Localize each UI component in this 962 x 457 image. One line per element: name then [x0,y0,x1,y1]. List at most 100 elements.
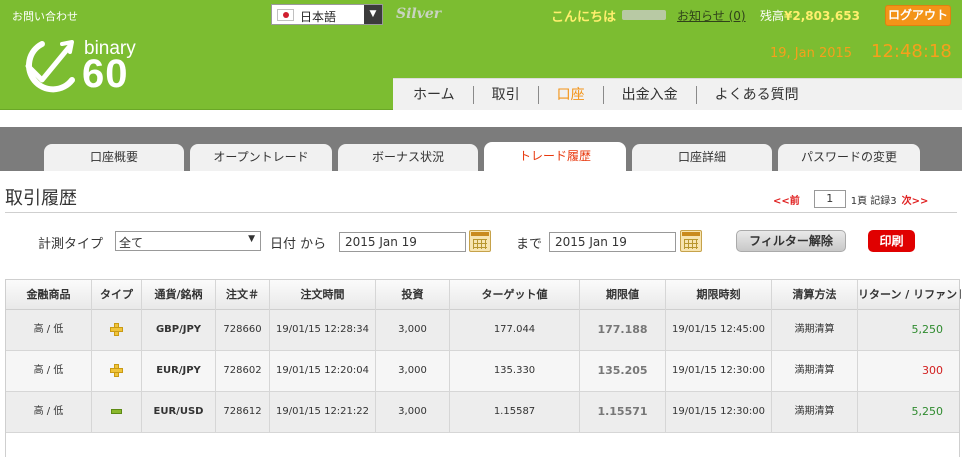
cell-product: 高 / 低 [6,351,92,391]
pager: <<前 1 1頁 記録3 次>> [773,190,928,208]
nav-home[interactable]: ホーム [393,86,473,104]
logo-icon [25,40,75,93]
cell-product: 高 / 低 [6,392,92,432]
cell-pair: GBP/JPY [142,310,216,350]
cell-pair: EUR/JPY [142,351,216,391]
logout-button[interactable]: ログアウト [885,5,951,26]
cell-target: 177.044 [450,310,580,350]
language-select[interactable]: 日本語 ▼ [271,4,383,25]
balance-label: 残高 [760,9,785,23]
title-divider [5,212,957,213]
col-target: ターゲット値 [450,280,580,310]
col-expiry-time: 期限時刻 [666,280,772,310]
date-to-input[interactable]: 2015 Jan 19 [549,232,676,252]
greeting-text: こんにちは [551,10,617,25]
cell-order-time: 19/01/15 12:21:22 [270,392,376,432]
notice-link[interactable]: お知らせ (0) [677,7,746,24]
cell-settlement: 満期清算 [772,392,858,432]
put-down-icon [111,408,122,414]
cell-order-number: 728602 [216,351,270,391]
balance: 残高¥2,803,653 [760,7,860,24]
current-time: 12:48:18 [871,41,952,62]
chevron-down-icon: ▼ [364,5,382,24]
cell-settlement: 満期清算 [772,351,858,391]
nav-deposit-withdraw[interactable]: 出金入金 [602,85,696,104]
filter-bar: 計測タイプ 全て ▼ 日付 から 2015 Jan 19 まで 2015 Jan… [0,229,962,255]
cell-target: 135.330 [450,351,580,391]
cell-settlement: 満期清算 [772,310,858,350]
calendar-icon[interactable] [469,230,491,252]
cell-order-number: 728612 [216,392,270,432]
col-return: リターン / リファンド [858,288,961,301]
cell-order-number: 728660 [216,310,270,350]
col-type: タイプ [92,280,142,310]
pager-page-input[interactable]: 1 [813,190,846,208]
clear-filter-button[interactable]: フィルター解除 [736,230,846,252]
col-product: 金融商品 [6,280,92,310]
pager-info: 1頁 記録3 [850,195,897,207]
balance-value: ¥2,803,653 [784,9,860,23]
account-tier: Silver [396,6,442,22]
cell-expiry-time: 19/01/15 12:45:00 [666,310,772,350]
table-row: 高 / 低 EUR/USD 728612 19/01/15 12:21:22 3… [6,392,959,433]
tab-bonus-status[interactable]: ボーナス状況 [338,144,478,171]
date-from-label: 日付 から [270,237,327,252]
cell-investment: 3,000 [376,310,450,350]
page-title: 取引履歴 [5,188,77,209]
col-investment: 投資 [376,280,450,310]
col-settlement: 清算方法 [772,280,858,310]
contact-link[interactable]: お問い合わせ [12,8,78,24]
logo[interactable]: binary 60 [12,32,152,102]
japan-flag-icon [277,9,294,21]
cell-return: 5,250 [911,323,944,336]
date-to-label: まで [516,237,543,252]
tab-change-password[interactable]: パスワードの変更 [778,144,920,171]
nav-account[interactable]: 口座 [537,85,603,104]
cell-expiry-value: 1.15571 [580,392,666,432]
tab-account-summary[interactable]: 口座概要 [44,144,184,171]
cell-expiry-time: 19/01/15 12:30:00 [666,392,772,432]
cell-expiry-time: 19/01/15 12:30:00 [666,351,772,391]
cell-return: 5,250 [911,405,944,418]
type-label: 計測タイプ [38,237,104,252]
cell-type [92,392,142,432]
cell-order-time: 19/01/15 12:28:34 [270,310,376,350]
type-select-value: 全て [119,236,144,250]
cell-type [92,310,142,350]
cell-return: 300 [922,364,943,377]
print-button[interactable]: 印刷 [868,230,915,252]
cell-pair: EUR/USD [142,392,216,432]
chevron-down-icon: ▼ [248,234,255,244]
current-date: 19, Jan 2015 [770,46,853,61]
col-order-number: 注文＃ [216,280,270,310]
cell-expiry-value: 135.205 [580,351,666,391]
language-value: 日本語 [300,10,337,24]
nav-faq[interactable]: よくある質問 [695,85,817,104]
call-up-icon [110,322,123,336]
cell-type [92,351,142,391]
header: お問い合わせ 日本語 ▼ Silver こんにちは お知らせ (0) 残高¥2,… [0,0,962,110]
cell-investment: 3,000 [376,392,450,432]
date-from-input[interactable]: 2015 Jan 19 [339,232,466,252]
nav-trade[interactable]: 取引 [472,85,538,104]
col-order-time: 注文時間 [270,280,376,310]
tab-account-details[interactable]: 口座詳細 [632,144,772,171]
calendar-icon[interactable] [680,230,702,252]
cell-order-time: 19/01/15 12:20:04 [270,351,376,391]
type-select[interactable]: 全て ▼ [115,231,261,251]
pager-prev-link[interactable]: <<前 [773,192,800,207]
table-row: 高 / 低 GBP/JPY 728660 19/01/15 12:28:34 3… [6,310,959,351]
tab-trade-history[interactable]: トレード履歴 [484,142,626,171]
logo-text-bottom: 60 [82,52,129,96]
table-row: 高 / 低 EUR/JPY 728602 19/01/15 12:20:04 3… [6,351,959,392]
tab-open-trades[interactable]: オープントレード [190,144,332,171]
table-header: 金融商品 タイプ 通貨/銘柄 注文＃ 注文時間 投資 ターゲット値 期限値 期限… [6,280,961,310]
col-expiry-value: 期限値 [580,280,666,310]
pager-next-link[interactable]: 次>> [902,192,929,207]
cell-investment: 3,000 [376,351,450,391]
account-tabbar: 口座概要 オープントレード ボーナス状況 トレード履歴 口座詳細 パスワードの変… [0,127,962,171]
page-root: お問い合わせ 日本語 ▼ Silver こんにちは お知らせ (0) 残高¥2,… [0,0,962,457]
user-name-redacted [622,10,666,20]
cell-target: 1.15587 [450,392,580,432]
col-pair: 通貨/銘柄 [142,280,216,310]
